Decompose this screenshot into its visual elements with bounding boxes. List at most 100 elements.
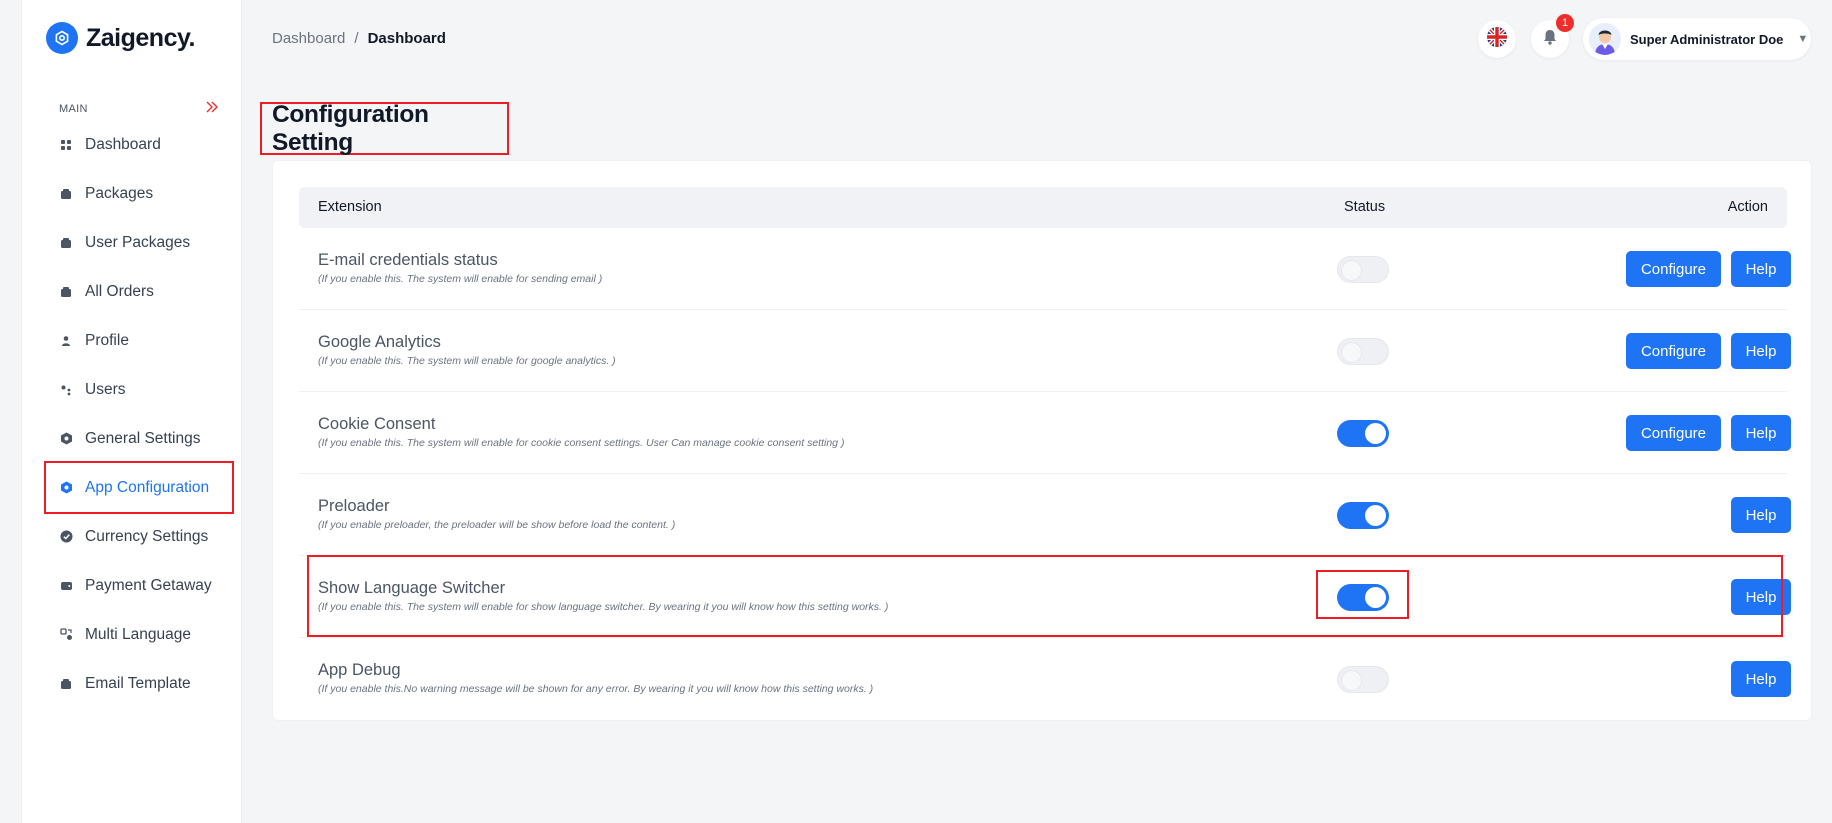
page-title: Configuration Setting bbox=[272, 100, 429, 156]
e-mail-credentials-status-configure-button[interactable]: Configure bbox=[1626, 251, 1721, 287]
toggle-knob bbox=[1341, 260, 1362, 281]
table-row: Show Language Switcher (If you enable thi… bbox=[299, 556, 1791, 638]
breadcrumb-current: Dashboard bbox=[367, 30, 446, 47]
package-icon bbox=[59, 677, 73, 691]
app-debug-help-button[interactable]: Help bbox=[1731, 661, 1791, 697]
toggle-knob bbox=[1365, 587, 1386, 608]
sidebar-item-packages[interactable]: Packages bbox=[46, 169, 232, 218]
google-analytics-configure-button[interactable]: Configure bbox=[1626, 333, 1721, 369]
sidebar-item-label: Packages bbox=[85, 184, 154, 202]
cookie-consent-configure-button[interactable]: Configure bbox=[1626, 415, 1721, 451]
e-mail-credentials-status-status-toggle[interactable] bbox=[1337, 256, 1389, 283]
sidebar-item-label: Email Template bbox=[85, 674, 191, 692]
collapse-sidebar-icon[interactable] bbox=[205, 101, 219, 116]
extension-description: (If you enable this.No warning message w… bbox=[318, 683, 874, 695]
uk-flag-icon bbox=[1487, 26, 1507, 52]
sidebar-item-all-orders[interactable]: All Orders bbox=[46, 267, 232, 316]
preloader-help-button[interactable]: Help bbox=[1731, 497, 1791, 533]
grid-icon bbox=[59, 138, 73, 152]
user-menu[interactable]: Super Administrator Doe ▼ bbox=[1583, 18, 1811, 60]
brand-logo[interactable]: Zaigency. bbox=[46, 22, 195, 54]
column-header-extension: Extension bbox=[318, 199, 382, 215]
sidebar-item-label: Dashboard bbox=[85, 135, 161, 153]
toggle-knob bbox=[1365, 423, 1386, 444]
sidebar-section-label: MAIN bbox=[59, 102, 88, 115]
sidebar: Zaigency. MAIN Dashboard Packages User Pac… bbox=[22, 0, 242, 823]
sidebar-item-currency-settings[interactable]: Currency Settings bbox=[46, 512, 232, 561]
sidebar-item-label: Multi Language bbox=[85, 625, 191, 643]
sidebar-item-dashboard[interactable]: Dashboard bbox=[46, 120, 232, 169]
cookie-consent-status-toggle[interactable] bbox=[1337, 420, 1389, 447]
sidebar-item-users[interactable]: Users bbox=[46, 365, 232, 414]
table-row: Cookie Consent (If you enable this. The s… bbox=[299, 392, 1791, 474]
settings-hex-icon bbox=[59, 432, 73, 446]
language-selector-button[interactable] bbox=[1478, 20, 1516, 58]
extension-title: App Debug bbox=[318, 661, 401, 679]
sidebar-item-label: Currency Settings bbox=[85, 527, 209, 545]
extension-title: Google Analytics bbox=[318, 333, 441, 351]
toggle-knob bbox=[1365, 505, 1386, 526]
sidebar-item-label: Payment Getaway bbox=[85, 576, 212, 594]
app-debug-status-toggle[interactable] bbox=[1337, 666, 1389, 693]
avatar bbox=[1589, 23, 1621, 55]
package-icon bbox=[59, 187, 73, 201]
configuration-card: Extension Status Action E-mail credentia… bbox=[272, 160, 1812, 721]
google-analytics-status-toggle[interactable] bbox=[1337, 338, 1389, 365]
show-language-switcher-status-toggle[interactable] bbox=[1337, 584, 1389, 611]
extension-title: Preloader bbox=[318, 497, 390, 515]
sidebar-item-label: App Configuration bbox=[85, 478, 210, 496]
logo-icon bbox=[46, 22, 78, 54]
sidebar-item-label: Users bbox=[85, 380, 126, 398]
extension-description: (If you enable this. The system will ena… bbox=[318, 273, 603, 285]
sidebar-item-general-settings[interactable]: General Settings bbox=[46, 414, 232, 463]
extension-description: (If you enable preloader, the preloader … bbox=[318, 519, 676, 531]
left-edge-strip bbox=[0, 0, 22, 823]
table-row: Google Analytics (If you enable this. The… bbox=[299, 310, 1791, 392]
sidebar-item-label: All Orders bbox=[85, 282, 154, 300]
extension-title: Cookie Consent bbox=[318, 415, 436, 433]
breadcrumb-parent-link[interactable]: Dashboard bbox=[272, 30, 345, 47]
table-row: Preloader (If you enable preloader, the p… bbox=[299, 474, 1791, 556]
sidebar-item-label: User Packages bbox=[85, 233, 191, 251]
sidebar-item-multi-language[interactable]: Multi Language bbox=[46, 610, 232, 659]
top-header: Dashboard / Dashboard 1 Super Administra… bbox=[242, 0, 1832, 80]
notification-count-badge: 1 bbox=[1556, 14, 1574, 32]
sidebar-item-payment-getaway[interactable]: Payment Getaway bbox=[46, 561, 232, 610]
chevron-down-icon: ▼ bbox=[1797, 33, 1809, 45]
settings-hex-icon bbox=[59, 481, 73, 495]
breadcrumb: Dashboard / Dashboard bbox=[272, 30, 446, 47]
table-row: E-mail credentials status (If you enable … bbox=[299, 228, 1791, 310]
extension-description: (If you enable this. The system will ena… bbox=[318, 355, 616, 367]
column-header-status: Status bbox=[1344, 199, 1386, 215]
sidebar-item-email-template[interactable]: Email Template bbox=[46, 659, 232, 708]
notifications-button[interactable]: 1 bbox=[1531, 14, 1574, 58]
page-title-container: Configuration Setting bbox=[260, 100, 509, 156]
show-language-switcher-help-button[interactable]: Help bbox=[1731, 579, 1791, 615]
user-icon bbox=[59, 334, 73, 348]
sidebar-item-app-configuration[interactable]: App Configuration bbox=[44, 461, 234, 514]
toggle-knob bbox=[1341, 670, 1362, 691]
e-mail-credentials-status-help-button[interactable]: Help bbox=[1731, 251, 1791, 287]
extension-title: E-mail credentials status bbox=[318, 251, 498, 269]
sidebar-item-label: General Settings bbox=[85, 429, 201, 447]
wallet-icon bbox=[59, 579, 73, 593]
sidebar-item-label: Profile bbox=[85, 331, 129, 349]
table-header: Extension Status Action bbox=[299, 187, 1787, 228]
extension-description: (If you enable this. The system will ena… bbox=[318, 437, 845, 449]
sidebar-nav: Dashboard Packages User Packages All Orders… bbox=[44, 120, 234, 708]
translate-icon bbox=[59, 628, 73, 642]
preloader-status-toggle[interactable] bbox=[1337, 502, 1389, 529]
sidebar-item-user-packages[interactable]: User Packages bbox=[46, 218, 232, 267]
table-row: App Debug (If you enable this.No warning … bbox=[299, 638, 1791, 720]
bell-icon bbox=[1541, 28, 1559, 51]
sidebar-item-profile[interactable]: Profile bbox=[46, 316, 232, 365]
package-icon bbox=[59, 236, 73, 250]
cookie-consent-help-button[interactable]: Help bbox=[1731, 415, 1791, 451]
package-icon bbox=[59, 285, 73, 299]
brand-name: Zaigency. bbox=[86, 23, 195, 52]
google-analytics-help-button[interactable]: Help bbox=[1731, 333, 1791, 369]
check-badge-icon bbox=[59, 530, 73, 544]
extension-description: (If you enable this. The system will ena… bbox=[318, 601, 889, 613]
breadcrumb-separator: / bbox=[354, 30, 359, 47]
extension-title: Show Language Switcher bbox=[318, 579, 506, 597]
